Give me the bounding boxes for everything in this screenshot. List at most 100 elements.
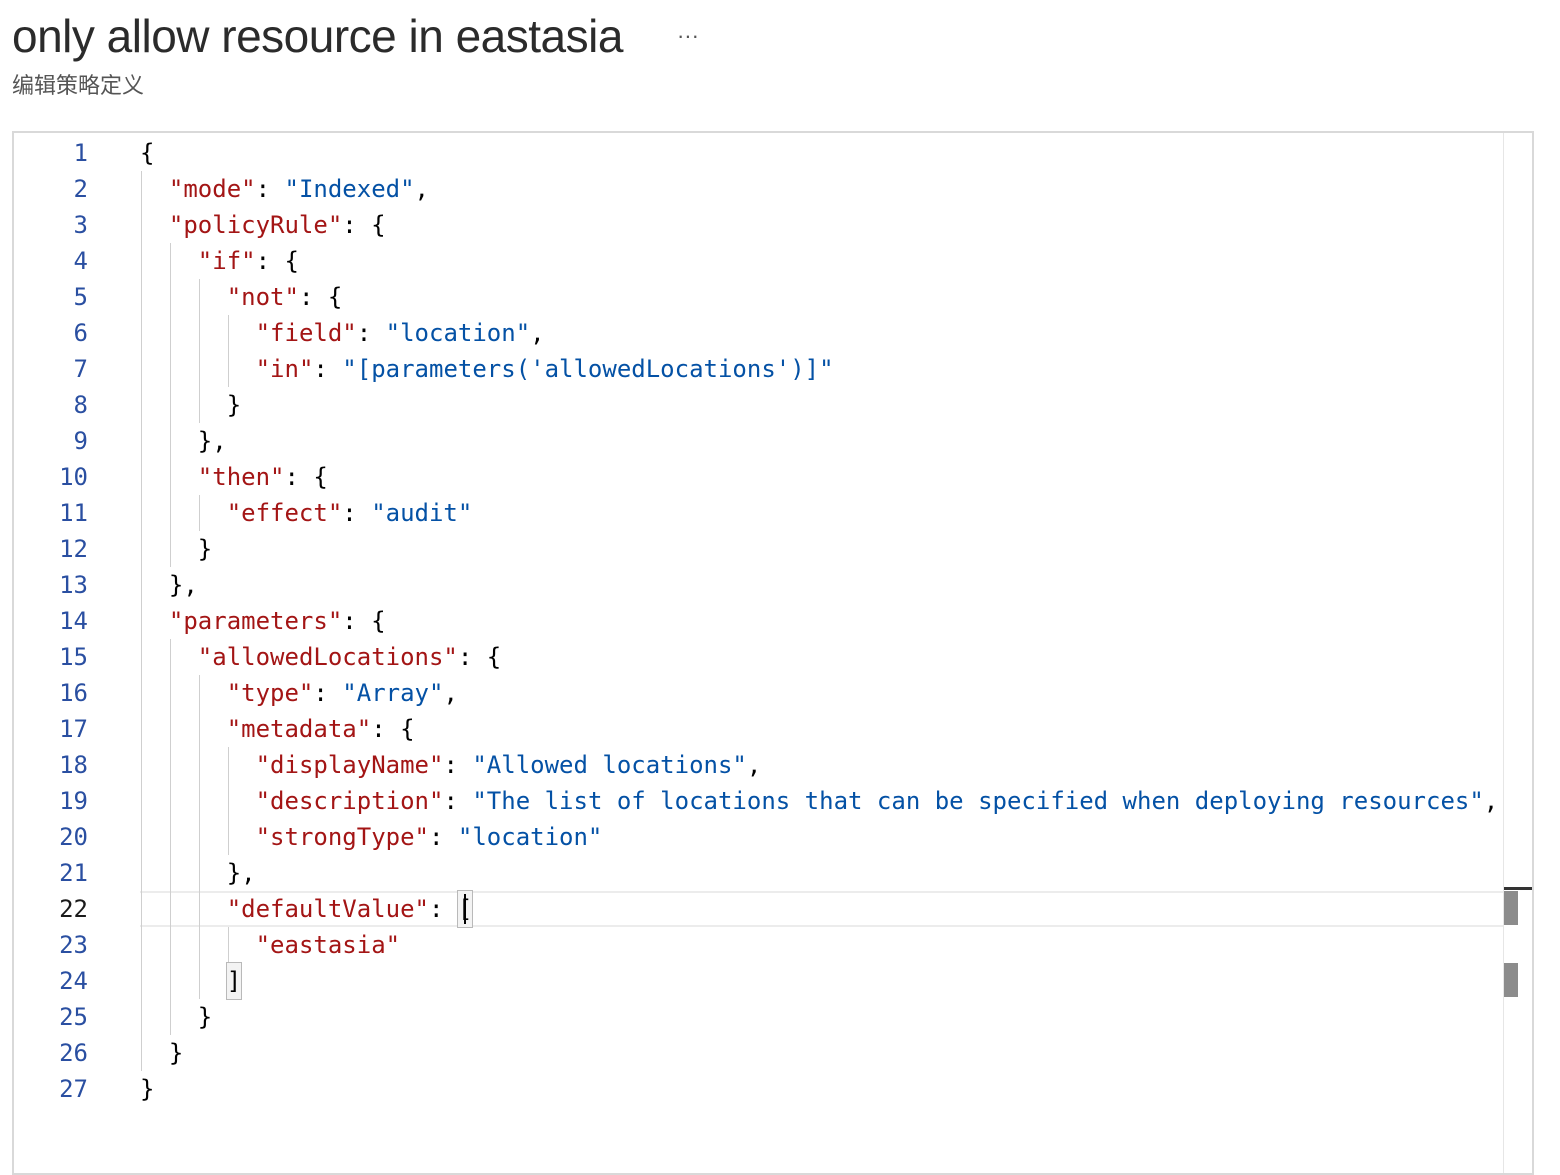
indent-guide [169,387,171,423]
indent-guide [169,747,171,783]
json-punctuation: : { [342,607,386,635]
code-line: "field": "location", [256,315,545,351]
indent-guide [141,171,142,207]
indent-guide [141,855,142,891]
indent-guide [198,279,200,315]
json-key: "metadata" [226,715,372,743]
indent-guide [169,243,171,279]
json-punctuation: : [356,319,386,347]
indent-guide [169,495,171,531]
indent-guide [169,963,171,999]
line-number: 21 [59,859,88,887]
indent-guide [141,999,142,1035]
json-punctuation: } [226,391,242,419]
indent-guide [198,963,200,999]
code-line: "allowedLocations": { [198,639,501,675]
json-punctuation: : [443,787,473,815]
indent-guide [169,927,171,963]
json-key: "in" [255,355,314,383]
code-line: } [198,531,212,567]
indent-guide [227,819,229,855]
json-string: "Indexed" [284,175,415,203]
json-key: "displayName" [255,751,444,779]
json-key: "effect" [226,499,343,527]
indent-guide [198,891,200,927]
json-punctuation: } [140,1075,155,1103]
json-code-editor[interactable]: 1 2 3 4 5 6 7 8 9 10 11 12 13 14 15 16 17 18 19 20 21 22 23 24 2… [12,131,1534,1175]
indent-guide [141,927,142,963]
line-number: 18 [59,751,88,779]
line-number: 10 [59,463,88,491]
json-punctuation: : [313,355,343,383]
code-line: "mode": "Indexed", [169,171,429,207]
line-number: 22 [59,895,88,923]
indent-guide [227,747,229,783]
json-punctuation: : { [298,283,343,311]
code-area[interactable]: {"mode": "Indexed", "policyRule": {"if": … [140,133,1504,1173]
indent-guide [198,855,200,891]
indent-guide [141,819,142,855]
indent-guide [169,279,171,315]
json-punctuation: } [197,535,213,563]
line-number: 25 [59,1003,88,1031]
indent-guide [141,567,142,603]
indent-guide [141,1035,142,1071]
indent-guide [227,783,229,819]
code-line: }, [169,567,198,603]
code-line: "then": { [198,459,328,495]
code-line: "description": "The list of locations th… [256,783,1499,819]
code-line: }, [227,855,256,891]
indent-guide [198,387,200,423]
more-options-button[interactable]: ··· [671,21,705,51]
json-key: "description" [255,787,444,815]
json-key: "allowedLocations" [197,643,458,671]
json-punctuation: } [197,1003,213,1031]
indent-guide [169,531,171,567]
code-line: "strongType": "location" [256,819,603,855]
json-string: "Allowed locations" [472,751,747,779]
indent-guide [141,531,142,567]
json-punctuation: : { [457,643,502,671]
line-number: 27 [59,1075,88,1103]
indent-guide [141,675,142,711]
json-key: "type" [226,679,314,707]
page-title: only allow resource in eastasia [12,10,623,62]
indent-guide [169,711,171,747]
line-number: 17 [59,715,88,743]
indent-guide [169,639,171,675]
code-line: { [140,135,154,171]
vertical-scrollbar[interactable] [1503,133,1532,1173]
indent-guide [198,495,200,531]
json-punctuation: : [313,679,343,707]
json-string: "The list of locations that can be speci… [472,787,1484,815]
line-number: 19 [59,787,88,815]
json-punctuation: : [255,175,285,203]
line-number: 11 [59,499,88,527]
indent-guide [169,423,171,459]
indent-guide [169,351,171,387]
title-row: only allow resource in eastasia ··· [12,6,705,66]
code-line: } [169,1035,183,1071]
indent-guide [198,711,200,747]
line-number: 9 [73,427,88,455]
line-number: 13 [59,571,88,599]
json-string: "audit" [371,499,473,527]
code-line: "if": { [198,243,299,279]
scrollbar-marker [1504,891,1518,925]
json-punctuation: }, [226,859,256,887]
json-punctuation: }, [197,427,227,455]
indent-guide [227,351,229,387]
json-punctuation: , [1483,787,1499,815]
indent-guide [227,927,229,963]
json-key: "mode" [168,175,256,203]
code-line: } [227,387,241,423]
line-number-gutter: 1 2 3 4 5 6 7 8 9 10 11 12 13 14 15 16 17 18 19 20 21 22 23 24 2… [14,133,124,1173]
json-string: "location" [385,319,531,347]
json-punctuation: : { [371,715,415,743]
json-punctuation: : [428,895,458,923]
code-line: "defaultValue": [ [227,890,474,928]
code-line: "effect": "audit" [227,495,473,531]
json-punctuation: : [342,499,372,527]
code-line: "not": { [227,279,343,315]
code-line: "displayName": "Allowed locations", [256,747,762,783]
